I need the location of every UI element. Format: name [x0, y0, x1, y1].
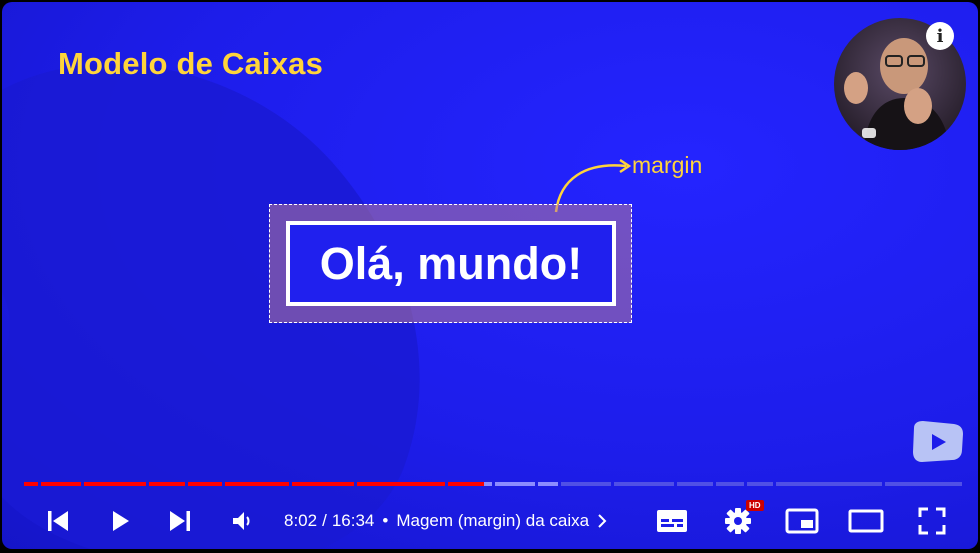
progress-buffered-segment [495, 482, 535, 486]
content-box: Olá, mundo! [286, 221, 616, 306]
theater-icon [848, 509, 884, 532]
previous-icon [48, 510, 68, 531]
time-separator: / [322, 510, 327, 530]
miniplayer-icon [785, 508, 819, 533]
progress-played-segment [225, 482, 289, 486]
chapter-title: Magem (margin) da caixa [396, 510, 590, 530]
progress-played-segment [357, 482, 445, 486]
progress-unplayed-segment [716, 482, 744, 486]
progress-unplayed-segment [561, 482, 611, 486]
chevron-right-icon [598, 513, 607, 528]
time-display: 8:02 / 16:34 • Magem (margin) da caixa [284, 492, 607, 549]
next-button[interactable] [162, 492, 198, 549]
slide-title: Modelo de Caixas [58, 46, 324, 81]
progress-unplayed-segment [614, 482, 674, 486]
progress-unplayed-segment [677, 482, 713, 486]
total-time: 16:34 [331, 510, 375, 530]
progress-unplayed-segment [885, 482, 962, 486]
volume-icon [233, 511, 250, 530]
subtitles-button[interactable] [652, 492, 692, 549]
video-player[interactable]: Modelo de Caixas margin Olá, mundo! i 8:… [2, 2, 978, 549]
mute-button[interactable] [224, 492, 260, 549]
progress-played-segment [41, 482, 81, 486]
play-button[interactable] [102, 492, 138, 549]
progress-played-segment [84, 482, 146, 486]
progress-buffered-segment [484, 482, 492, 486]
channel-watermark-icon[interactable] [910, 420, 964, 464]
next-icon [170, 510, 190, 531]
fullscreen-button[interactable] [912, 492, 952, 549]
miniplayer-button[interactable] [782, 492, 822, 549]
progress-unplayed-segment [747, 482, 773, 486]
margin-label: margin [632, 152, 703, 178]
progress-played-segment [149, 482, 185, 486]
current-time: 8:02 [284, 510, 318, 530]
progress-played-segment [292, 482, 354, 486]
info-icon[interactable]: i [926, 22, 954, 50]
play-icon [113, 510, 129, 531]
progress-played-segment [188, 482, 222, 486]
previous-button[interactable] [40, 492, 76, 549]
progress-bar[interactable] [24, 482, 962, 486]
theater-mode-button[interactable] [844, 492, 888, 549]
progress-buffered-segment [538, 482, 558, 486]
progress-played-segment [448, 482, 484, 486]
fullscreen-icon [918, 507, 946, 534]
progress-played-segment [24, 482, 38, 486]
hd-badge: HD [746, 500, 764, 511]
chapter-button[interactable]: Magem (margin) da caixa [396, 511, 607, 531]
progress-unplayed-segment [776, 482, 882, 486]
demo-text: Olá, mundo! [319, 237, 583, 289]
subtitles-icon [657, 509, 687, 532]
bullet: • [382, 510, 389, 530]
player-controls: 8:02 / 16:34 • Magem (margin) da caixa [2, 492, 978, 549]
